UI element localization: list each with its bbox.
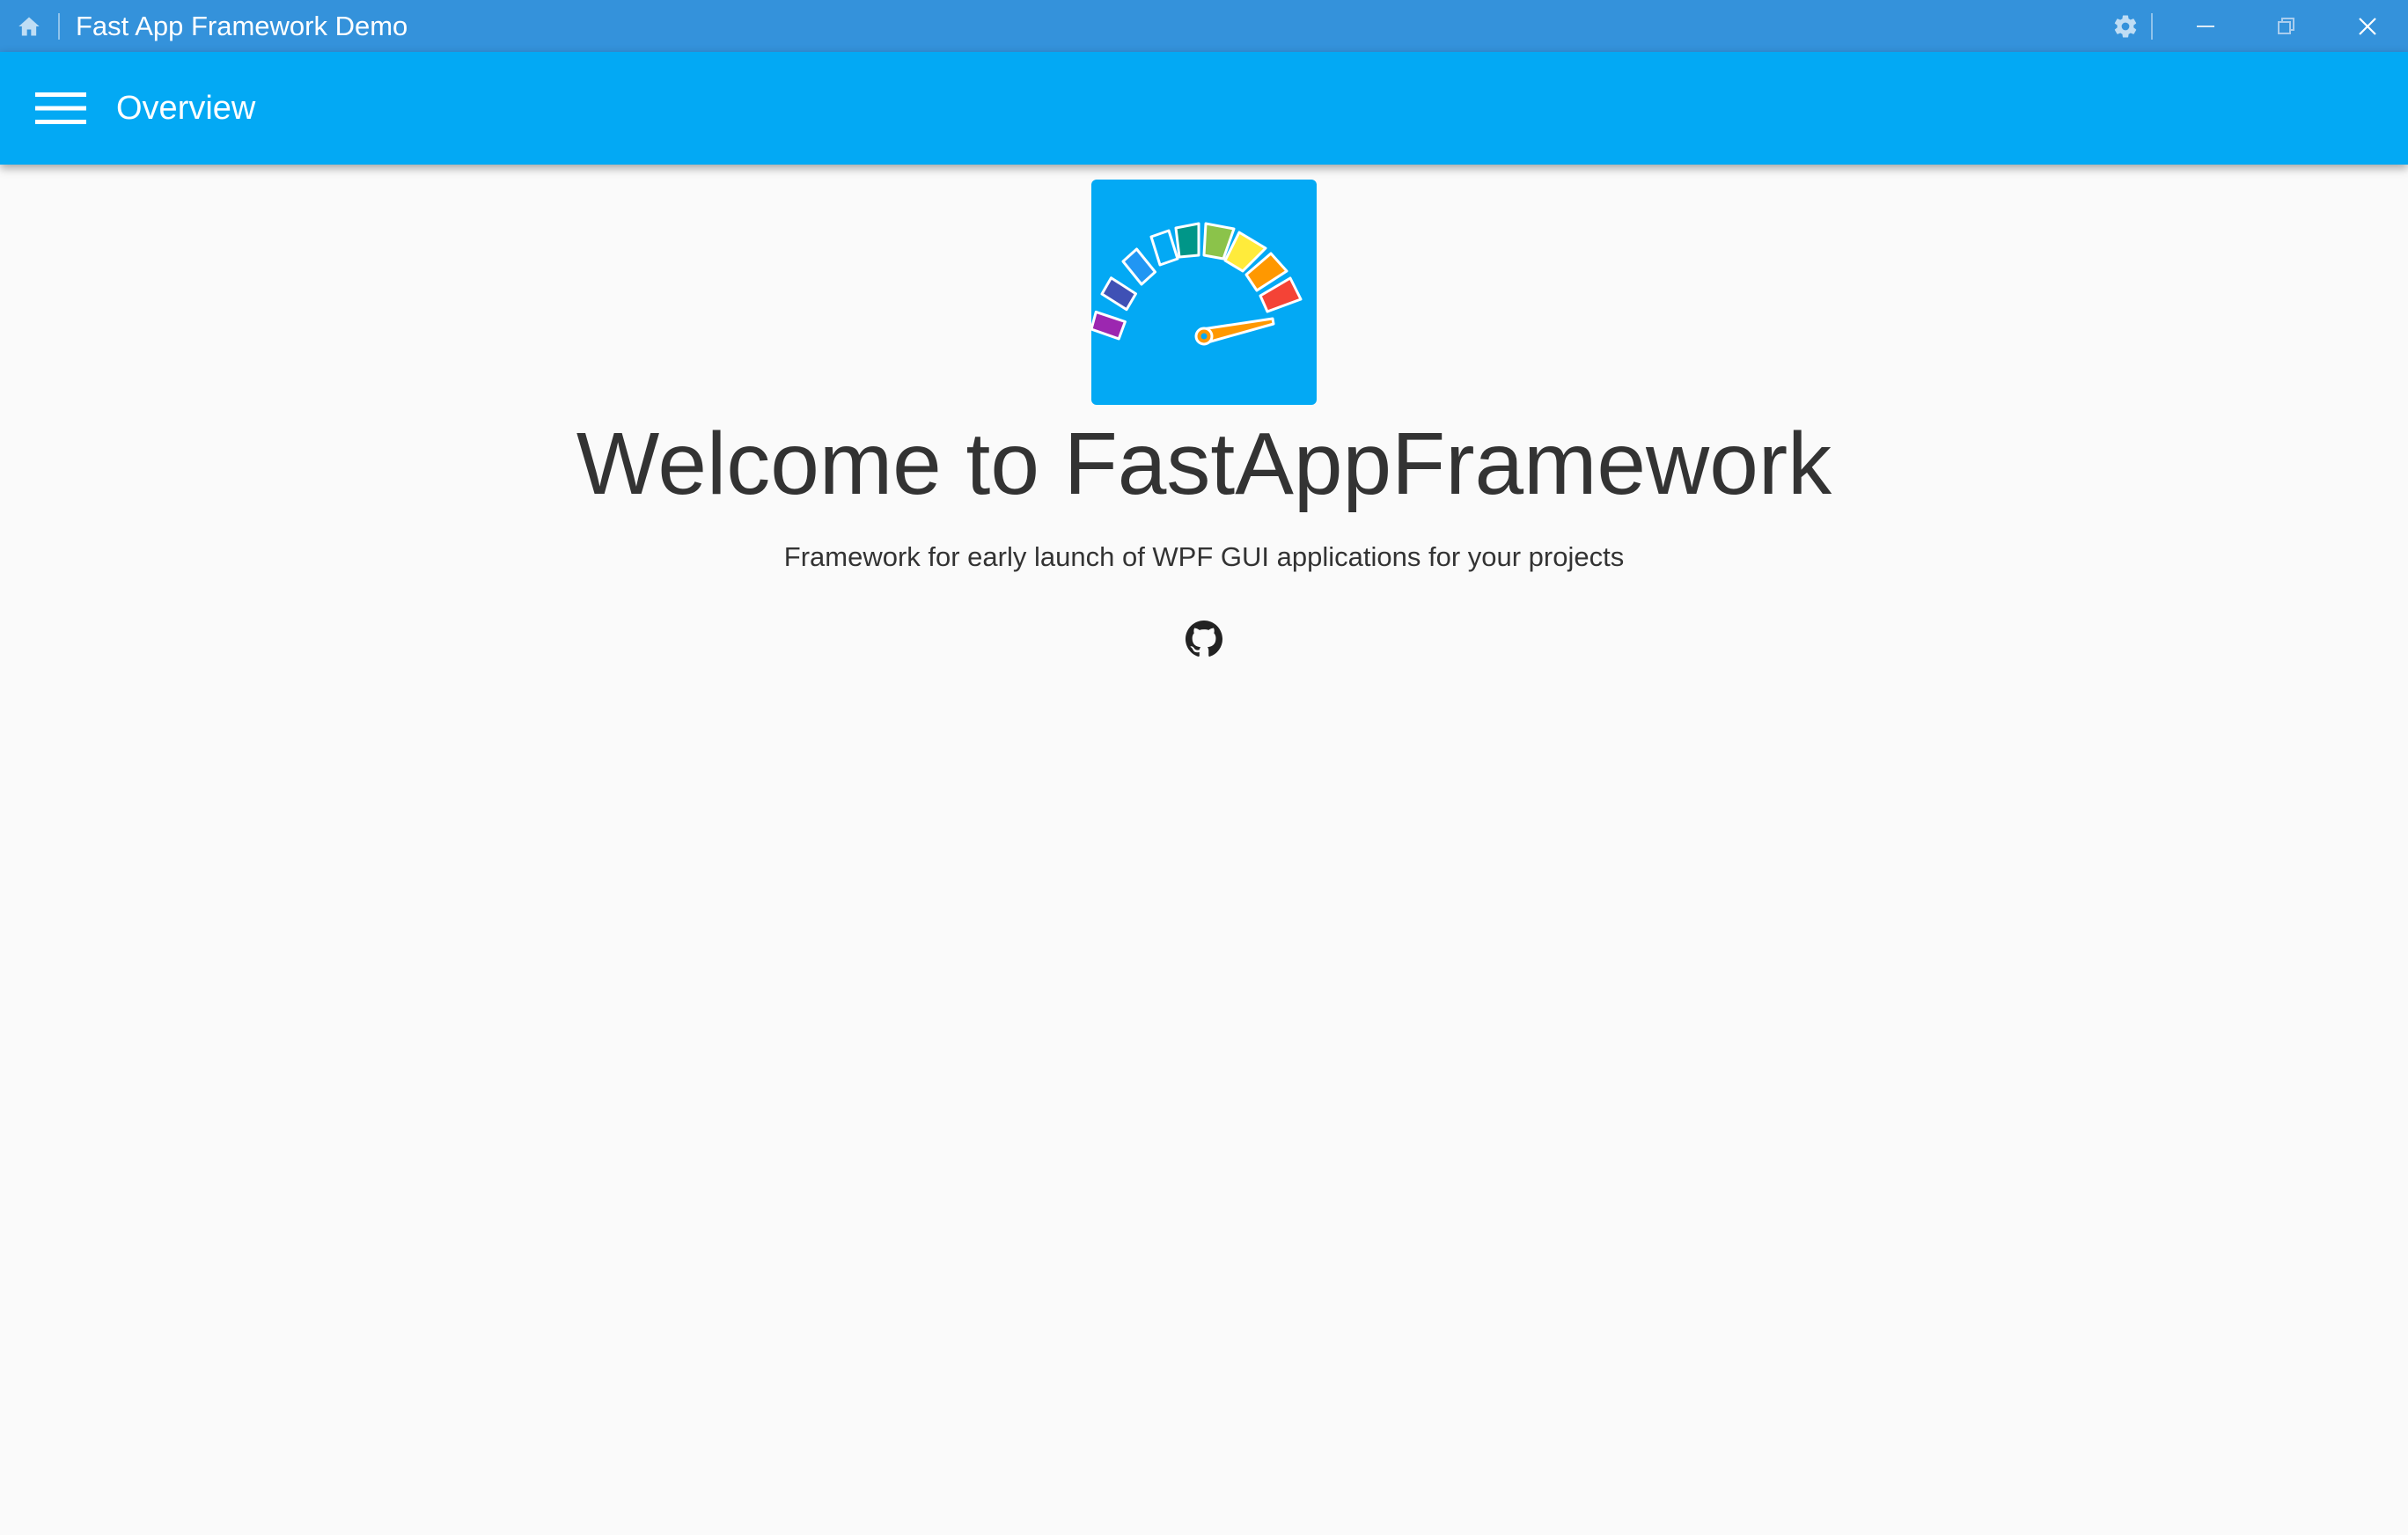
settings-button[interactable] bbox=[2103, 0, 2147, 52]
home-button[interactable] bbox=[12, 10, 46, 43]
minimize-button[interactable] bbox=[2165, 0, 2246, 52]
menu-button[interactable] bbox=[32, 79, 90, 137]
overview-content: Welcome to FastAppFramework Framework fo… bbox=[0, 165, 2408, 1535]
restore-button[interactable] bbox=[2246, 0, 2327, 52]
app-logo bbox=[1090, 180, 1317, 405]
page-title: Overview bbox=[116, 89, 256, 127]
welcome-subtitle: Framework for early launch of WPF GUI ap… bbox=[783, 541, 1625, 572]
gear-icon bbox=[2114, 14, 2137, 38]
speedometer-logo bbox=[1090, 222, 1303, 346]
window-title: Fast App Framework Demo bbox=[76, 10, 408, 41]
title-bar: Fast App Framework Demo bbox=[0, 0, 2408, 52]
hamburger-menu-icon bbox=[35, 92, 86, 124]
minimize-icon bbox=[2197, 25, 2214, 27]
app-bar: Overview bbox=[0, 52, 2408, 165]
title-separator bbox=[58, 12, 60, 40]
restore-icon bbox=[2278, 17, 2294, 34]
window-controls bbox=[2103, 0, 2408, 52]
github-icon bbox=[1186, 621, 1222, 657]
github-link[interactable] bbox=[1186, 621, 1222, 657]
controls-separator bbox=[2151, 12, 2153, 40]
welcome-heading: Welcome to FastAppFramework bbox=[576, 415, 1832, 513]
close-icon bbox=[2359, 17, 2376, 35]
close-button[interactable] bbox=[2327, 0, 2408, 52]
app-window: Fast App Framework Demo Overview Welcome… bbox=[0, 0, 2408, 1535]
home-icon bbox=[18, 17, 40, 35]
